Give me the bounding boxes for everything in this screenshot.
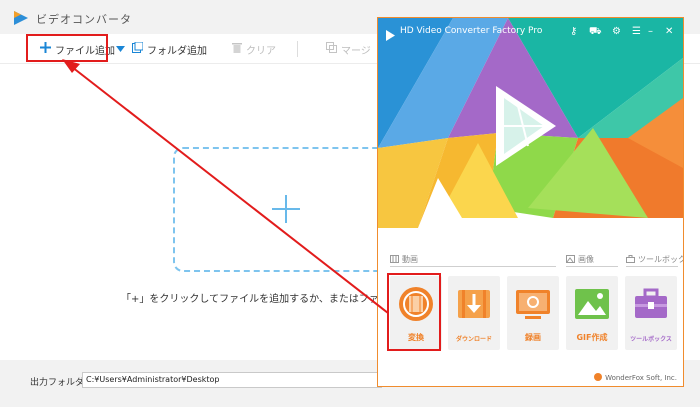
hd-titlebar: HD Video Converter Factory Pro ⚷ ⛟ ⚙ ☰ –… — [378, 18, 683, 46]
tile-record-label: 録画 — [525, 333, 541, 342]
cart-icon[interactable]: ⛟ — [589, 26, 602, 38]
tile-toolbox[interactable]: ツールボックス — [625, 276, 677, 350]
key-icon[interactable]: ⚷ — [570, 26, 577, 38]
merge-icon — [326, 42, 337, 56]
wonderfox-logo-icon — [594, 373, 603, 383]
category-toolbox-label: ツールボックス — [638, 255, 683, 264]
tile-toolbox-label: ツールボックス — [630, 336, 672, 343]
convert-tile-highlight — [387, 273, 441, 351]
app-logo-small-icon — [385, 26, 396, 45]
add-file-dropdown[interactable] — [116, 40, 129, 58]
hero-banner — [378, 18, 683, 228]
category-toolbox-line — [626, 266, 678, 267]
merge-label: マージ — [341, 45, 371, 57]
menu-icon[interactable]: ☰ — [632, 26, 641, 38]
clear-label: クリア — [246, 45, 276, 57]
window-title: ビデオコンバータ — [36, 13, 132, 26]
category-video-line — [390, 266, 556, 267]
tile-gif-maker[interactable]: GIF作成 — [566, 276, 618, 350]
clear-button[interactable]: クリア — [232, 40, 276, 58]
add-plus-icon-stem — [285, 195, 287, 223]
trash-icon — [232, 42, 242, 56]
tile-download-label: ダウンロード — [455, 336, 492, 343]
chevron-down-icon — [116, 44, 125, 55]
add-folder-button[interactable]: フォルダ追加 — [132, 40, 207, 58]
settings-icon[interactable]: ⚙ — [612, 26, 621, 38]
toolbox-small-icon — [626, 254, 635, 265]
hd-footer-text: WonderFox Soft, Inc. — [605, 374, 677, 382]
minimize-icon[interactable]: – — [648, 26, 653, 38]
category-toolbox: ツールボックス — [626, 254, 683, 265]
merge-button[interactable]: マージ — [326, 40, 371, 58]
app-logo-icon — [14, 11, 28, 25]
hd-window-title: HD Video Converter Factory Pro — [400, 26, 543, 36]
hd-footer: WonderFox Soft, Inc. — [594, 373, 677, 383]
add-file-highlight — [26, 34, 108, 62]
folder-icon — [132, 41, 144, 56]
category-video: 動画 — [390, 254, 418, 265]
film-icon — [390, 254, 399, 265]
toolbar-divider — [297, 41, 298, 57]
category-video-label: 動画 — [402, 255, 418, 264]
close-icon[interactable]: ✕ — [665, 26, 673, 38]
output-folder-field[interactable]: C:¥Users¥Administrator¥Desktop — [82, 372, 382, 388]
record-screen-icon — [516, 290, 550, 319]
toolbox-icon — [635, 288, 667, 318]
tile-gif-maker-label: GIF作成 — [576, 333, 608, 342]
add-folder-label: フォルダ追加 — [147, 45, 207, 57]
category-image: 画像 — [566, 254, 594, 265]
category-image-line — [566, 266, 618, 267]
gif-image-icon — [575, 289, 609, 319]
tile-record[interactable]: 録画 — [507, 276, 559, 350]
tile-download[interactable]: ダウンロード — [448, 276, 500, 350]
image-icon — [566, 254, 575, 265]
download-icon — [458, 290, 490, 318]
category-image-label: 画像 — [578, 255, 594, 264]
